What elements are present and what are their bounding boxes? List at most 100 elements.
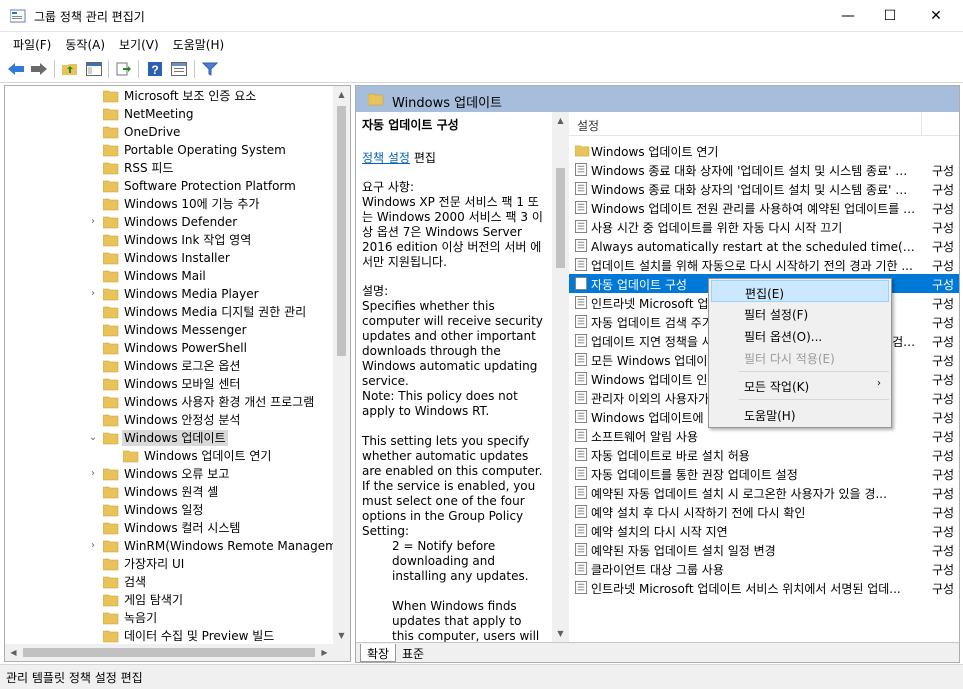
scroll-up-icon[interactable]: ▲ xyxy=(333,86,350,103)
tree-item[interactable]: › Windows Defender xyxy=(5,213,335,231)
properties-icon xyxy=(171,62,187,76)
tree-item[interactable]: ⌄ Windows 업데이트 xyxy=(5,429,335,447)
policy-settings-link[interactable]: 정책 설정 xyxy=(362,151,410,165)
scroll-thumb[interactable] xyxy=(23,648,315,657)
menu-action[interactable]: 동작(A) xyxy=(58,33,112,56)
policy-setting-row[interactable]: 예약 설치 후 다시 시작하기 전에 다시 확인 구성 xyxy=(569,502,959,521)
scroll-thumb[interactable] xyxy=(556,168,565,268)
menu-help[interactable]: 도움말(H) xyxy=(166,33,232,56)
tree-item[interactable]: 가장자리 UI xyxy=(5,555,335,573)
policy-setting-row[interactable]: Windows 종료 대화 상자의 '업데이트 설치 및 시스템 종료' 옵..… xyxy=(569,179,959,198)
tree-item[interactable]: Windows Messenger xyxy=(5,321,335,339)
description-scrollbar[interactable]: ▲ ▼ xyxy=(552,112,569,642)
up-folder-button[interactable] xyxy=(60,59,80,79)
tree-item[interactable]: Microsoft 보조 인증 요소 xyxy=(5,87,335,105)
menu-file[interactable]: 파일(F) xyxy=(6,33,58,56)
policy-setting-row[interactable]: 사용 시간 중 업데이트를 위한 자동 다시 시작 끄기 구성 xyxy=(569,217,959,236)
policy-setting-row[interactable]: 업데이트 설치를 위해 자동으로 다시 시작하기 전의 경과 기한 ... 구성 xyxy=(569,255,959,274)
tree-item[interactable]: NetMeeting xyxy=(5,105,335,123)
tree-item-label: Windows Messenger xyxy=(124,323,247,337)
column-header[interactable]: 설정 xyxy=(569,112,959,136)
tree-item[interactable]: › Windows Media Player xyxy=(5,285,335,303)
tree-item[interactable]: › Windows 오류 보고 xyxy=(5,465,335,483)
policy-setting-row[interactable]: 인트라넷 Microsoft 업데이트 서비스 위치에서 서명된 업데... 구성 xyxy=(569,578,959,597)
close-button[interactable]: ✕ xyxy=(913,0,959,32)
tree-item[interactable]: Windows 로그온 옵션 xyxy=(5,357,335,375)
help-button[interactable]: ? xyxy=(145,59,165,79)
desc-title: 자동 업데이트 구성 xyxy=(362,118,459,132)
folder-icon xyxy=(102,629,119,643)
tab-standard[interactable]: 표준 xyxy=(396,644,430,662)
filter-button[interactable] xyxy=(200,59,220,79)
policy-setting-row[interactable]: 소프트웨어 알림 사용 구성 xyxy=(569,426,959,445)
expand-icon[interactable]: › xyxy=(87,286,99,302)
policy-setting-row[interactable]: Windows 업데이트 전원 관리를 사용하여 예약된 업데이트를 설... 구… xyxy=(569,198,959,217)
tree-horizontal-scrollbar[interactable]: ◀ ▶ xyxy=(5,644,350,661)
tree-item[interactable]: Windows 원격 셸 xyxy=(5,483,335,501)
tree-item[interactable]: Windows 사용자 환경 개선 프로그램 xyxy=(5,393,335,411)
tree-item[interactable]: Windows Installer xyxy=(5,249,335,267)
policy-setting-row[interactable]: Windows 종료 대화 상자에 '업데이트 설치 및 시스템 종료' 옵..… xyxy=(569,160,959,179)
policy-setting-row[interactable]: 예약 설치의 다시 시작 지연 구성 xyxy=(569,521,959,540)
tree-item[interactable]: 검색 xyxy=(5,573,335,591)
menu-item-filter-options[interactable]: 필터 옵션(O)... xyxy=(711,324,889,346)
minimize-button[interactable]: — xyxy=(825,0,871,32)
console-tree[interactable]: Microsoft 보조 인증 요소 NetMeeting OneDrive Port… xyxy=(4,85,351,662)
description-text-2: Note: This policy does not apply to Wind… xyxy=(362,389,518,418)
scroll-left-icon[interactable]: ◀ xyxy=(5,644,22,661)
tree-item[interactable]: 녹음기 xyxy=(5,609,335,627)
tree-item[interactable]: Software Protection Platform xyxy=(5,177,335,195)
menu-item-filter-settings[interactable]: 필터 설정(F) xyxy=(711,302,889,324)
tree-item[interactable]: Windows 10에 기능 추가 xyxy=(5,195,335,213)
tree-item[interactable]: 데이터 수집 및 Preview 빌드 xyxy=(5,627,335,645)
tree-item[interactable]: Windows Mail xyxy=(5,267,335,285)
menu-item-help[interactable]: 도움말(H) xyxy=(711,403,889,425)
policy-setting-row[interactable]: 예약된 자동 업데이트 설치 시 로그온한 사용자가 있을 경... 구성 xyxy=(569,483,959,502)
tree-item[interactable]: Windows 업데이트 연기 xyxy=(5,447,335,465)
policy-setting-icon xyxy=(575,315,589,329)
tree-item[interactable]: 게임 탐색기 xyxy=(5,591,335,609)
policy-setting-row[interactable]: 자동 업데이트로 바로 설치 허용 구성 xyxy=(569,445,959,464)
policy-setting-row[interactable]: 자동 업데이트를 통한 권장 업데이트 설정 구성 xyxy=(569,464,959,483)
scroll-down-icon[interactable]: ▼ xyxy=(552,625,569,642)
collapse-icon[interactable]: ⌄ xyxy=(87,430,99,446)
tree-item[interactable]: RSS 피드 xyxy=(5,159,335,177)
properties-button[interactable] xyxy=(169,59,189,79)
back-button[interactable] xyxy=(6,59,26,79)
scroll-right-icon[interactable]: ▶ xyxy=(316,644,333,661)
expand-icon[interactable]: › xyxy=(87,466,99,482)
list-folder-item[interactable]: Windows 업데이트 연기 xyxy=(569,141,959,160)
tree-item[interactable]: Windows 컬러 시스템 xyxy=(5,519,335,537)
tree-item[interactable]: Windows Ink 작업 영역 xyxy=(5,231,335,249)
minimize-icon: — xyxy=(841,8,855,24)
column-setting[interactable]: 설정 xyxy=(577,117,599,134)
forward-button[interactable] xyxy=(29,59,49,79)
menu-item-edit[interactable]: 편집(E) xyxy=(711,280,889,302)
tree-item[interactable]: › WinRM(Windows Remote Managemen xyxy=(5,537,350,555)
export-list-button[interactable] xyxy=(114,59,134,79)
policy-setting-row[interactable]: 예약된 자동 업데이트 설치 일정 변경 구성 xyxy=(569,540,959,559)
tree-item[interactable]: Portable Operating System xyxy=(5,141,335,159)
maximize-button[interactable]: ☐ xyxy=(867,0,913,32)
show-hide-tree-button[interactable] xyxy=(84,59,104,79)
scroll-down-icon[interactable]: ▼ xyxy=(333,627,350,644)
menu-item-all-tasks[interactable]: 모든 작업(K) › xyxy=(711,374,889,396)
scroll-up-icon[interactable]: ▲ xyxy=(552,112,569,129)
tree-item[interactable]: Windows Media 디지털 권한 관리 xyxy=(5,303,335,321)
setting-state: 구성 xyxy=(932,240,955,254)
tree-item[interactable]: Windows 일정 xyxy=(5,501,335,519)
expand-icon[interactable]: › xyxy=(87,214,99,230)
setting-state: 구성 xyxy=(932,449,955,463)
policy-setting-row[interactable]: 클라이언트 대상 그룹 사용 구성 xyxy=(569,559,959,578)
tree-item[interactable]: OneDrive xyxy=(5,123,335,141)
tree-item[interactable]: Windows 안정성 분석 xyxy=(5,411,335,429)
menu-view[interactable]: 보기(V) xyxy=(112,33,166,56)
tree-item[interactable]: Windows 모바일 센터 xyxy=(5,375,335,393)
scroll-thumb[interactable] xyxy=(337,106,346,356)
tree-vertical-scrollbar[interactable]: ▲ ▼ xyxy=(333,86,350,644)
expand-icon[interactable]: › xyxy=(87,538,99,554)
policy-setting-row[interactable]: Always automatically restart at the sche… xyxy=(569,236,959,255)
tree-item-label: Windows Defender xyxy=(124,215,238,229)
tree-item[interactable]: Windows PowerShell xyxy=(5,339,335,357)
tab-extended[interactable]: 확장 xyxy=(360,644,397,662)
